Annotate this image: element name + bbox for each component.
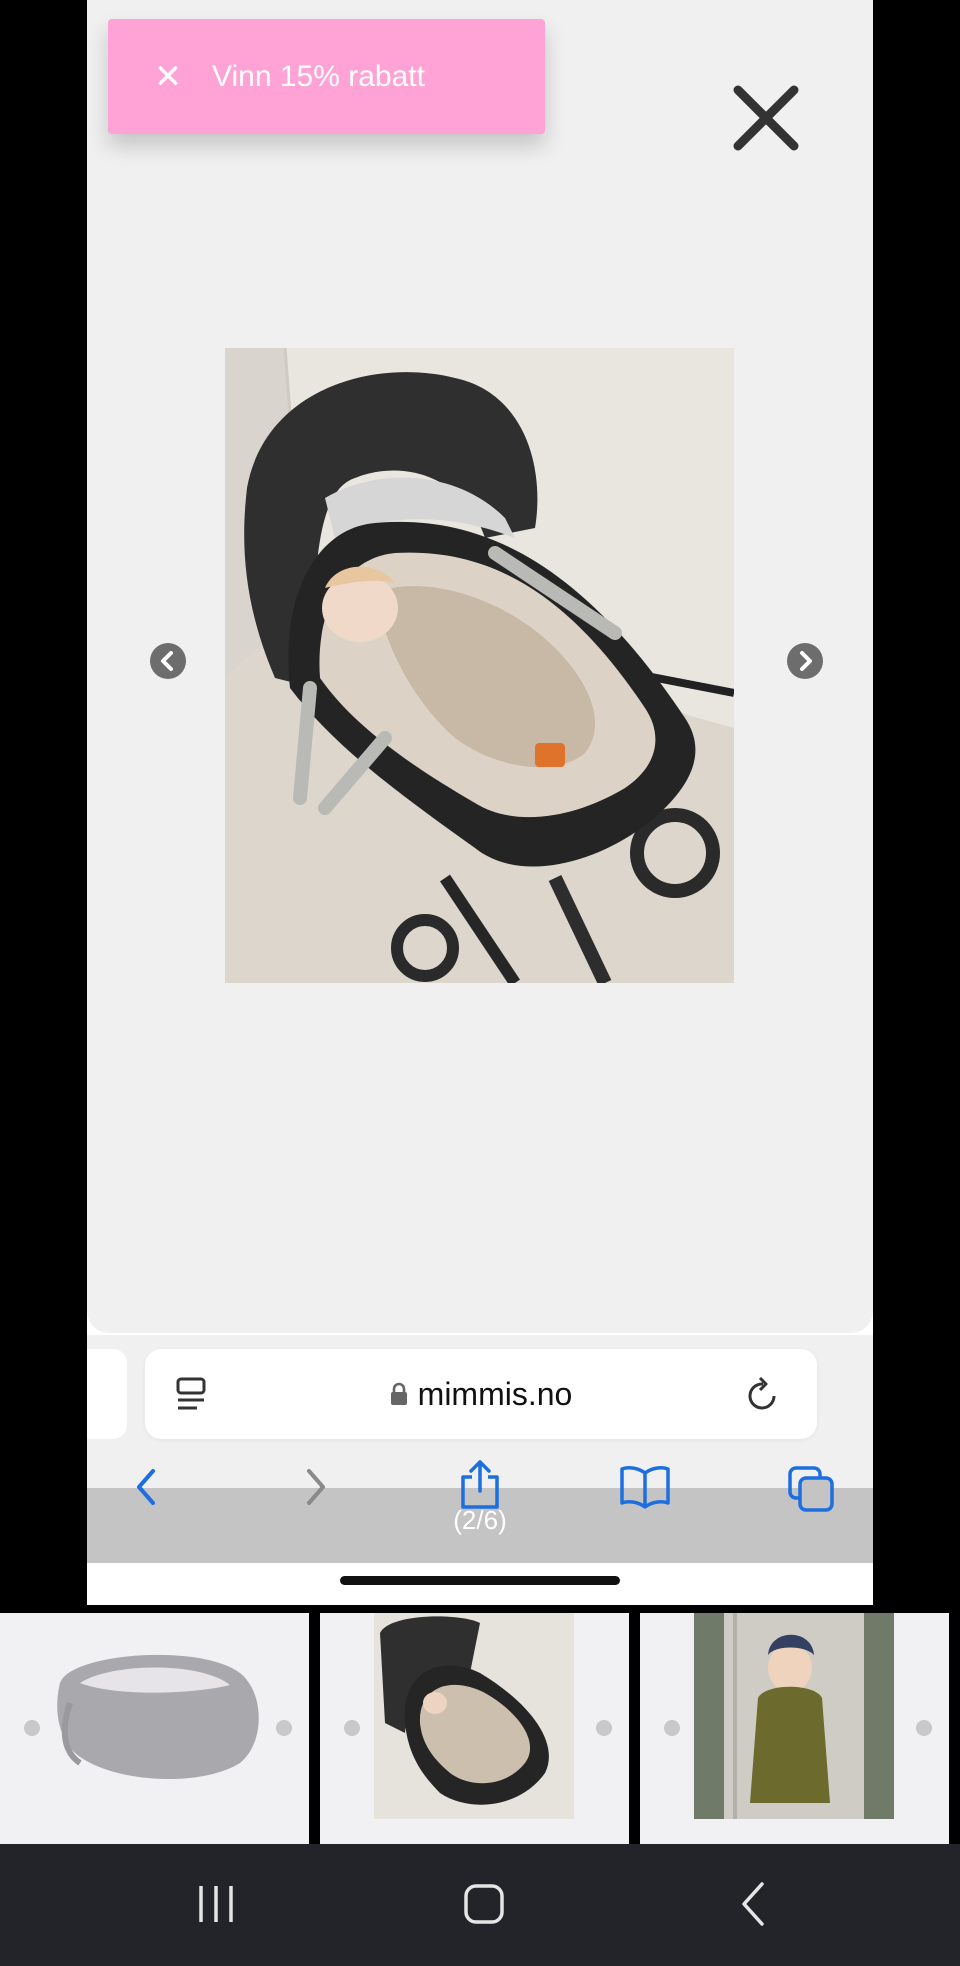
chevron-right-icon [800,651,812,671]
browser-address-area: mimmis.no (2/6) [87,1335,873,1563]
prev-image-button[interactable] [150,643,186,679]
back-icon[interactable] [131,1465,161,1509]
chevron-left-icon[interactable] [344,1720,360,1736]
recents-icon[interactable] [196,1880,236,1928]
promo-banner[interactable]: ✕ Vinn 15% rabatt [108,19,545,134]
thumbnail-item[interactable] [640,1613,949,1844]
promo-label: Vinn 15% rabatt [212,59,425,93]
chevron-left-icon [161,651,173,671]
bookmarks-icon[interactable] [619,1465,671,1509]
lightbox-modal: ✕ Vinn 15% rabatt [87,0,873,1333]
lock-icon [390,1382,407,1405]
thumbnail-item[interactable] [0,1613,309,1844]
home-indicator [340,1576,620,1585]
browser-screen: ✕ Vinn 15% rabatt mimmis.no (2/6) [87,0,873,1605]
previous-tab-preview[interactable] [87,1349,127,1439]
chevron-left-icon[interactable] [24,1720,40,1736]
lightbox-close-button[interactable] [729,81,803,155]
reload-icon[interactable] [745,1374,781,1414]
close-icon[interactable]: ✕ [148,60,188,94]
chevron-right-icon[interactable] [596,1720,612,1736]
home-icon[interactable] [462,1880,506,1928]
next-image-button[interactable] [787,643,823,679]
image-counter: (2/6) [453,1505,507,1535]
close-icon [733,85,799,151]
chevron-right-icon[interactable] [276,1720,292,1736]
thumbnail-item[interactable] [320,1613,629,1844]
share-icon[interactable] [457,1459,503,1511]
chevron-right-icon[interactable] [916,1720,932,1736]
chevron-left-icon[interactable] [664,1720,680,1736]
url-text: mimmis.no [417,1375,573,1412]
thumbnail-strip [0,1613,960,1844]
lightbox-image [225,348,734,983]
back-icon[interactable] [738,1880,768,1928]
android-navigation-bar [0,1844,960,1966]
address-bar[interactable]: mimmis.no [145,1349,817,1439]
forward-icon[interactable] [301,1465,331,1509]
